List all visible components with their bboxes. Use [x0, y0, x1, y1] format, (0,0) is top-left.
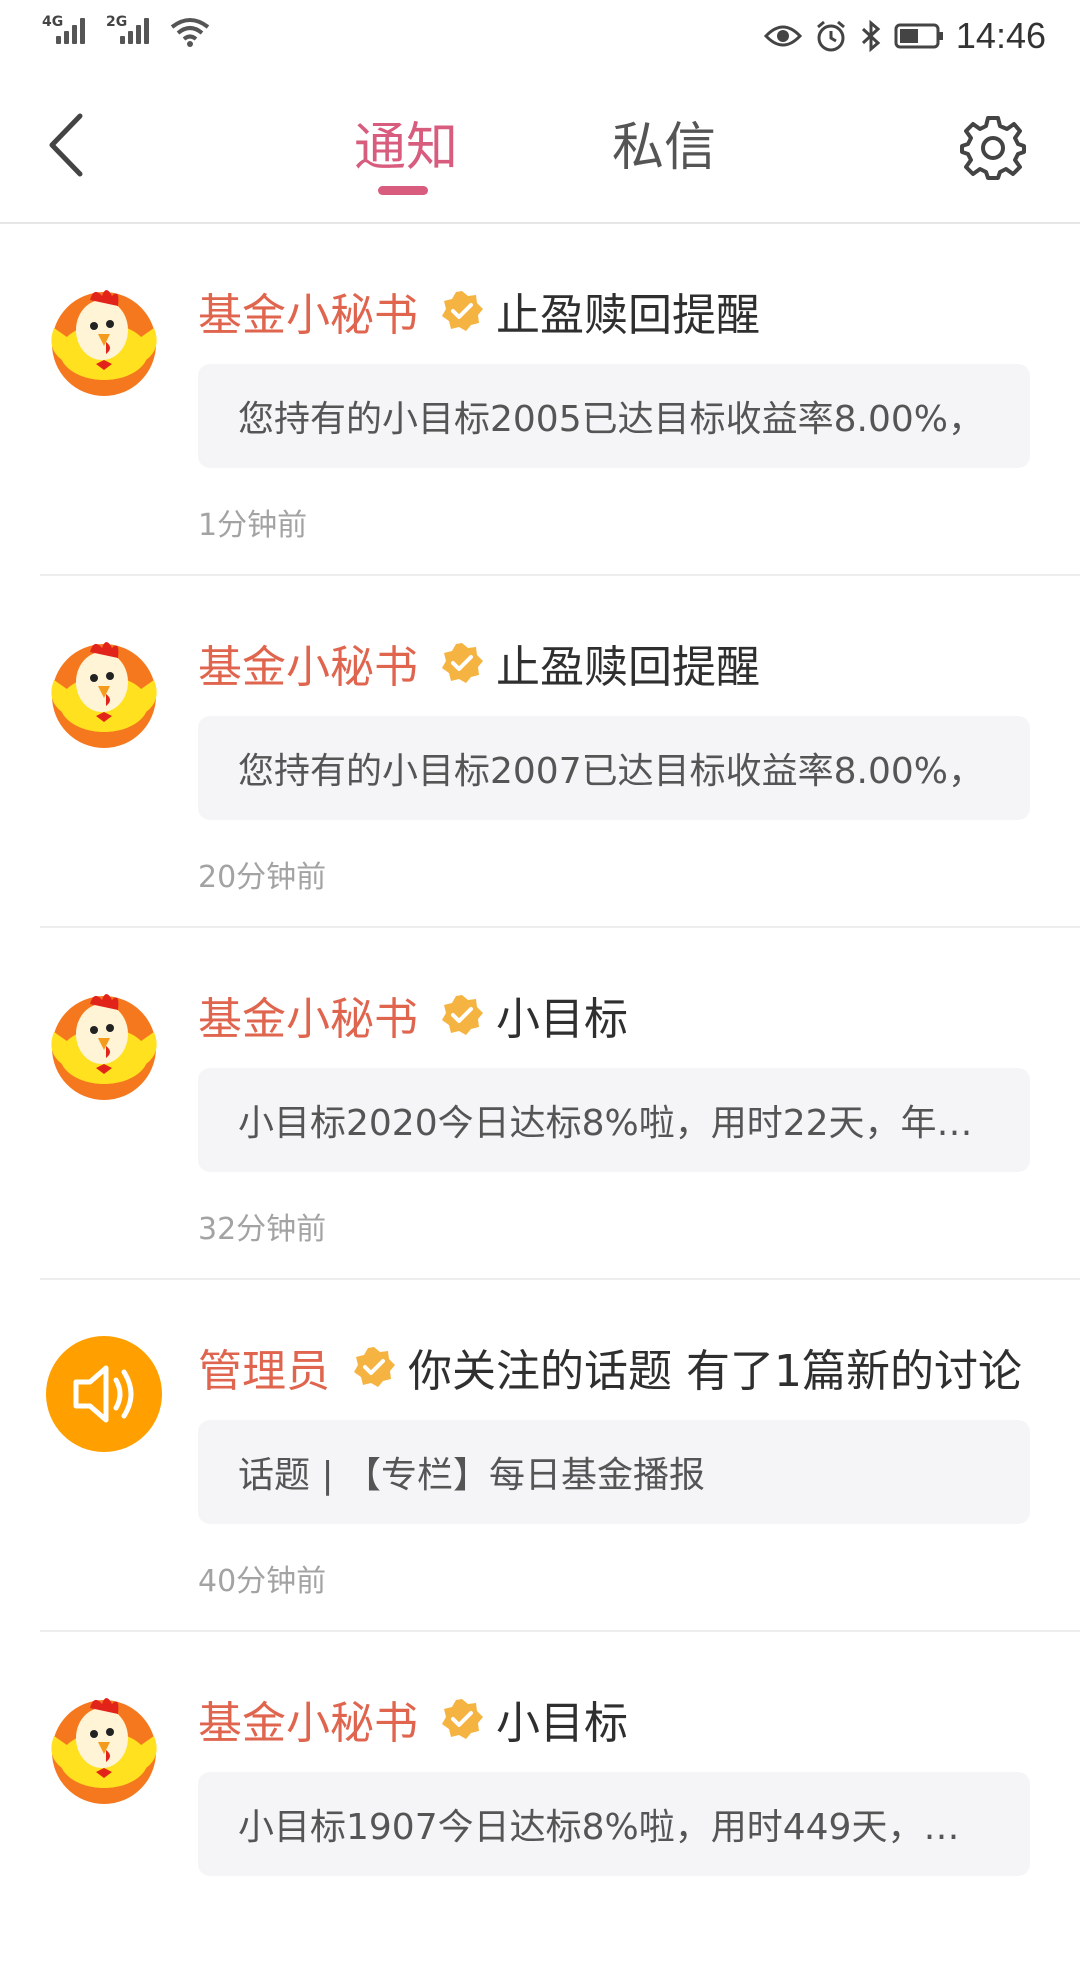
battery-icon: [894, 23, 943, 49]
verified-badge-icon: [442, 995, 483, 1035]
alarm-icon: [816, 20, 845, 52]
notification-preview-text: 小目标1907今日达标8%啦，用时449天，年化: [238, 1807, 990, 1848]
notification-subject: 你关注的话题 有了1篇新的讨论: [408, 1346, 1022, 1397]
notification-item[interactable]: 基金小秘书 小目标 小目标1907今日达标8%啦，用时449天，年化: [0, 1632, 1080, 1984]
status-bar: 4G 2G 14:46: [0, 0, 1080, 70]
settings-gear-icon[interactable]: [960, 114, 1026, 180]
sender-name[interactable]: 管理员: [198, 1335, 330, 1399]
tab-notifications[interactable]: 通知: [354, 118, 458, 178]
notification-preview-text: 话题 | 【专栏】每日基金播报: [238, 1455, 706, 1496]
verified-badge-icon: [442, 1699, 483, 1739]
sender-name[interactable]: 基金小秘书: [198, 1687, 418, 1751]
notification-preview-box[interactable]: 话题 | 【专栏】每日基金播报: [198, 1420, 1030, 1524]
notification-list: 基金小秘书 止盈赎回提醒 您持有的小目标2005已达目标收益率8.00%， 1分…: [0, 224, 1080, 1984]
notification-title-row: 基金小秘书 小目标: [198, 980, 628, 1050]
sender-name[interactable]: 基金小秘书: [198, 983, 418, 1047]
bluetooth-icon: [861, 19, 881, 53]
verified-badge-icon: [442, 291, 483, 331]
notification-item[interactable]: 基金小秘书 止盈赎回提醒 您持有的小目标2007已达目标收益率8.00%， 20…: [0, 576, 1080, 928]
notification-time: 40分钟前: [198, 1564, 327, 1599]
notification-time: 1分钟前: [198, 508, 308, 543]
notification-preview-box[interactable]: 您持有的小目标2007已达目标收益率8.00%，: [198, 716, 1030, 820]
sender-name[interactable]: 基金小秘书: [198, 631, 418, 695]
signal-2g-icon: [120, 18, 160, 44]
signal-4g-icon: [56, 18, 96, 44]
tab-private-messages[interactable]: 私信: [612, 118, 716, 178]
top-navigation-bar: 通知 私信: [0, 70, 1080, 224]
notification-title-row: 基金小秘书 止盈赎回提醒: [198, 628, 760, 698]
notification-subject: 小目标: [496, 1698, 628, 1749]
active-tab-indicator: [378, 186, 428, 195]
eye-icon: [763, 25, 802, 47]
avatar-chicken-icon[interactable]: [44, 278, 164, 398]
sender-name[interactable]: 基金小秘书: [198, 279, 418, 343]
notification-subject: 止盈赎回提醒: [496, 642, 760, 693]
clock-time: 14:46: [955, 15, 1046, 56]
notification-preview-box[interactable]: 小目标2020今日达标8%啦，用时22天，年化收益: [198, 1068, 1030, 1172]
notification-time: 32分钟前: [198, 1212, 327, 1247]
verified-badge-icon: [354, 1347, 395, 1387]
wifi-icon: [170, 18, 210, 47]
avatar-chicken-icon[interactable]: [44, 630, 164, 750]
back-arrow-icon[interactable]: [40, 110, 100, 180]
notification-preview-box[interactable]: 您持有的小目标2005已达目标收益率8.00%，: [198, 364, 1030, 468]
notification-preview-text: 您持有的小目标2007已达目标收益率8.00%，: [238, 751, 984, 792]
notification-preview-box[interactable]: 小目标1907今日达标8%啦，用时449天，年化: [198, 1772, 1030, 1876]
avatar-chicken-icon[interactable]: [44, 1686, 164, 1806]
verified-badge-icon: [442, 643, 483, 683]
notification-subject: 止盈赎回提醒: [496, 290, 760, 341]
avatar-speaker-icon[interactable]: [44, 1334, 164, 1454]
notification-title-row: 基金小秘书 止盈赎回提醒: [198, 276, 760, 346]
notification-time: 20分钟前: [198, 860, 327, 895]
notification-preview-text: 您持有的小目标2005已达目标收益率8.00%，: [238, 399, 984, 440]
notification-preview-text: 小目标2020今日达标8%啦，用时22天，年化收益: [238, 1103, 990, 1144]
notification-subject: 小目标: [496, 994, 628, 1045]
notification-title-row: 基金小秘书 小目标: [198, 1684, 628, 1754]
notification-item[interactable]: 基金小秘书 小目标 小目标2020今日达标8%啦，用时22天，年化收益 32分钟…: [0, 928, 1080, 1280]
notification-item[interactable]: 基金小秘书 止盈赎回提醒 您持有的小目标2005已达目标收益率8.00%， 1分…: [0, 224, 1080, 576]
avatar-chicken-icon[interactable]: [44, 982, 164, 1102]
notification-item[interactable]: 管理员 你关注的话题 有了1篇新的讨论 话题 | 【专栏】每日基金播报 40分钟…: [0, 1280, 1080, 1632]
notification-title-row: 管理员 你关注的话题 有了1篇新的讨论: [198, 1332, 1022, 1402]
